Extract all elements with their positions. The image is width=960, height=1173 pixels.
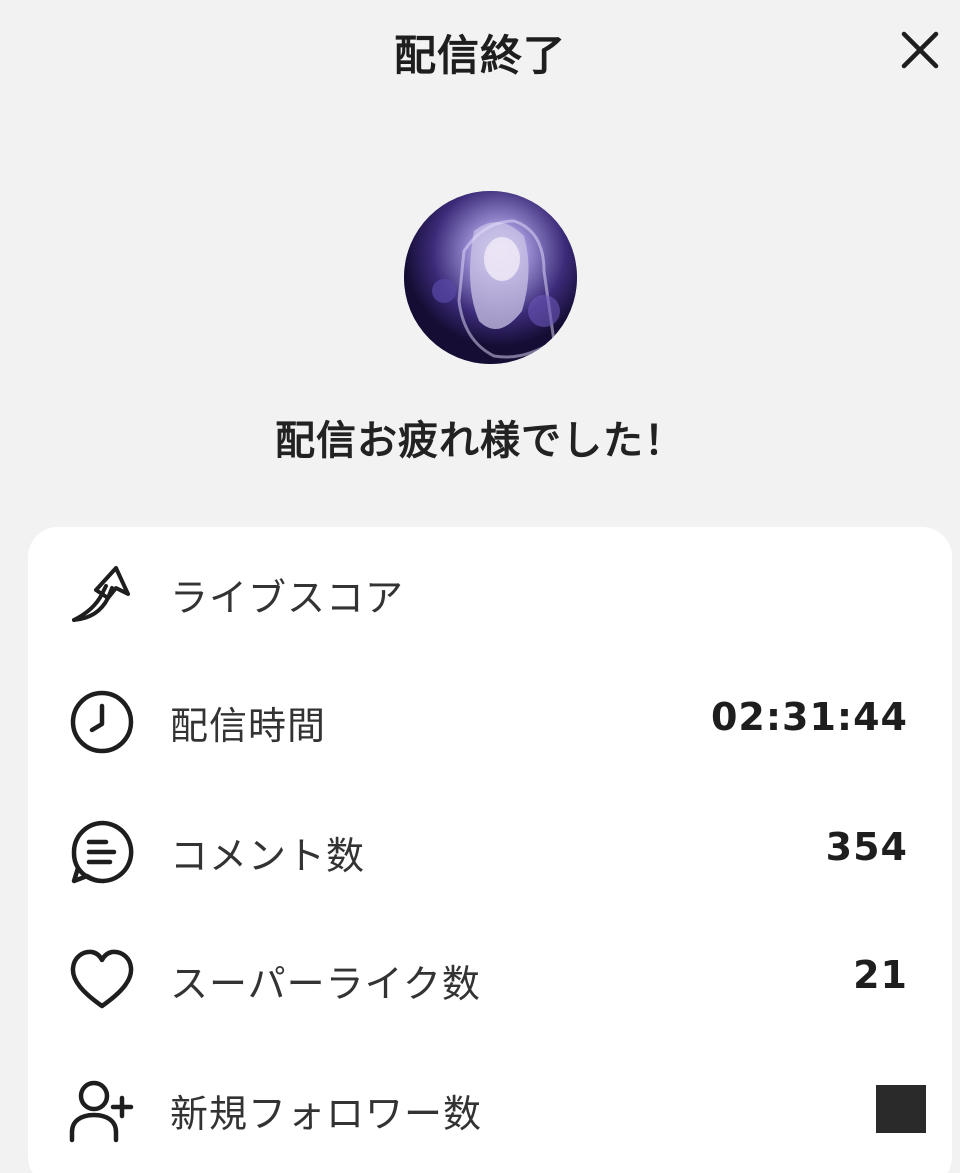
stats-card: ライブスコア 配信時間 02:31:44 コメント数 354 スーパーライク数 …: [28, 527, 952, 1173]
stat-value: 354: [825, 825, 908, 869]
avatar[interactable]: [404, 191, 577, 364]
heart-icon: [70, 949, 134, 1009]
stat-label: 新規フォロワー数: [170, 1092, 483, 1136]
clock-icon: [70, 690, 134, 754]
avatar-image: [404, 191, 577, 364]
stat-row-comments[interactable]: コメント数 354: [28, 805, 952, 895]
stream-ended-screen: 配信終了 配信お疲れ様でした！ ライブスコア 配信時間 02:31:44 コメン…: [0, 0, 960, 1173]
stat-value: 02:31:44: [710, 695, 908, 739]
stat-label: コメント数: [170, 834, 366, 878]
stat-label: 配信時間: [170, 704, 327, 748]
close-button[interactable]: [898, 28, 942, 72]
stat-row-new-followers[interactable]: 新規フォロワー数: [28, 1063, 952, 1153]
add-user-icon: [69, 1080, 134, 1143]
stat-value: 21: [853, 953, 908, 997]
page-title: 配信終了: [393, 31, 566, 80]
stat-label: スーパーライク数: [170, 962, 481, 1006]
completion-message: 配信お疲れ様でした！: [275, 418, 685, 464]
stat-label: ライブスコア: [170, 576, 405, 620]
stat-row-duration[interactable]: 配信時間 02:31:44: [28, 675, 952, 765]
stat-row-super-likes[interactable]: スーパーライク数 21: [28, 933, 952, 1023]
header: 配信終了: [0, 0, 960, 100]
close-icon: [901, 31, 939, 69]
stat-row-live-score[interactable]: ライブスコア: [28, 547, 952, 637]
redacted-value-block: [876, 1085, 926, 1133]
upward-arrow-icon: [72, 566, 130, 622]
comment-icon: [71, 820, 134, 884]
